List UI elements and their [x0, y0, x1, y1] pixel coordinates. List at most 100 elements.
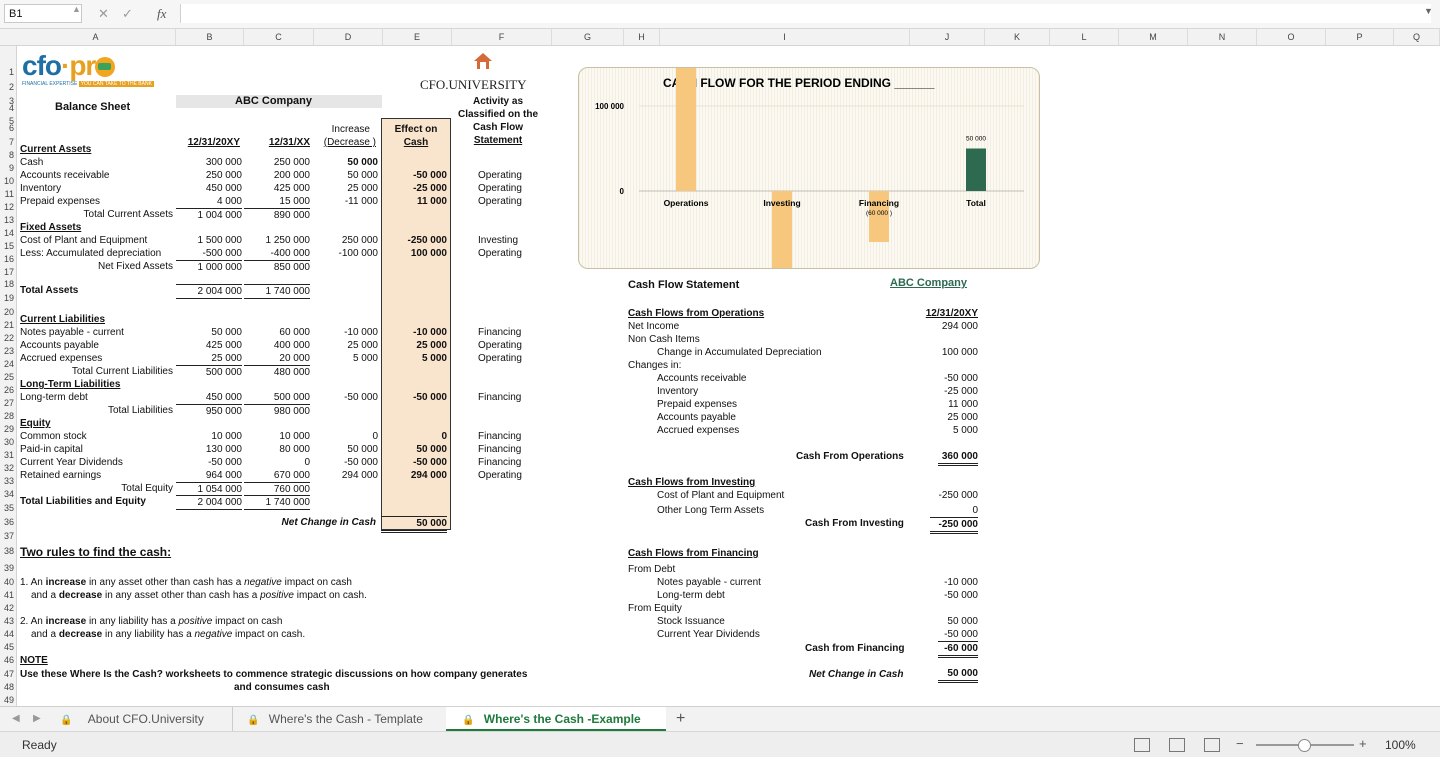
- logo-cfo-text: cfo: [22, 50, 62, 81]
- tab-about[interactable]: 🔒 About CFO.University: [60, 707, 230, 731]
- row-header-cell[interactable]: 37: [0, 530, 16, 543]
- note-line-2: and consumes cash: [234, 682, 330, 693]
- namebox-stepper-icon[interactable]: ▲: [72, 4, 81, 14]
- row-header-cell[interactable]: 41: [0, 589, 16, 602]
- column-header-cell[interactable]: I: [660, 29, 910, 45]
- row-header-cell[interactable]: 23: [0, 345, 16, 358]
- row-header-cell[interactable]: 20: [0, 306, 16, 319]
- column-header-cell[interactable]: C: [244, 29, 314, 45]
- row-header-cell[interactable]: 32: [0, 462, 16, 475]
- row-header-cell[interactable]: 11: [0, 188, 16, 201]
- row-header-cell[interactable]: 16: [0, 253, 16, 266]
- row-header-cell[interactable]: 9: [0, 162, 16, 175]
- change-item-value: 5 000: [952, 425, 978, 436]
- lock-icon: 🔒: [462, 715, 475, 726]
- column-header-cell[interactable]: P: [1326, 29, 1394, 45]
- row-header-cell[interactable]: 29: [0, 423, 16, 436]
- column-header-cell[interactable]: E: [383, 29, 452, 45]
- row-header-cell[interactable]: 31: [0, 449, 16, 462]
- row-header-cell[interactable]: 6: [0, 122, 16, 135]
- bs-increase: -100 000: [338, 248, 378, 259]
- column-header-cell[interactable]: K: [985, 29, 1050, 45]
- company-name: ABC Company: [235, 95, 313, 107]
- column-header-cell[interactable]: A: [16, 29, 176, 45]
- column-header-cell[interactable]: J: [910, 29, 985, 45]
- column-header-cell[interactable]: D: [314, 29, 383, 45]
- function-icon[interactable]: fx: [157, 6, 166, 22]
- row-header-cell[interactable]: 39: [0, 562, 16, 575]
- bs-line-label: Paid-in capital: [20, 444, 83, 455]
- normal-view-icon[interactable]: [1134, 738, 1150, 752]
- zoom-out-icon[interactable]: −: [1236, 736, 1244, 751]
- column-header-cell[interactable]: H: [624, 29, 660, 45]
- row-header-cell[interactable]: 40: [0, 576, 16, 589]
- add-sheet-icon[interactable]: +: [676, 707, 685, 731]
- tab-example[interactable]: 🔒 Where's the Cash -Example: [446, 707, 666, 731]
- row-header-cell[interactable]: 42: [0, 602, 16, 615]
- zoom-in-icon[interactable]: +: [1359, 736, 1367, 751]
- column-header-cell[interactable]: M: [1119, 29, 1188, 45]
- row-header-cell[interactable]: 45: [0, 641, 16, 654]
- name-box[interactable]: B1: [4, 4, 82, 23]
- expand-formula-icon[interactable]: ▼: [1424, 6, 1433, 16]
- row-header-cell[interactable]: 18: [0, 278, 16, 291]
- row-header-cell[interactable]: 13: [0, 214, 16, 227]
- zoom-slider-handle[interactable]: [1298, 739, 1311, 752]
- row-header-cell[interactable]: 25: [0, 371, 16, 384]
- row-header-cell[interactable]: 47: [0, 668, 16, 681]
- row-header-cell[interactable]: 15: [0, 240, 16, 253]
- row-header-cell[interactable]: 30: [0, 436, 16, 449]
- column-header-cell[interactable]: L: [1050, 29, 1119, 45]
- tab-template[interactable]: 🔒 Where's the Cash - Template: [232, 707, 457, 731]
- effect-header-2: Cash: [403, 137, 429, 148]
- row-header-cell[interactable]: 14: [0, 227, 16, 240]
- column-header-cell[interactable]: Q: [1394, 29, 1440, 45]
- row-header-cell[interactable]: 34: [0, 488, 16, 501]
- row-header-cell[interactable]: 10: [0, 175, 16, 188]
- column-header-cell[interactable]: O: [1257, 29, 1326, 45]
- row-header-cell[interactable]: 44: [0, 628, 16, 641]
- row-header-cell[interactable]: 7: [0, 136, 16, 149]
- chart-bar[interactable]: [966, 148, 986, 192]
- row-header-cell[interactable]: 21: [0, 319, 16, 332]
- logo-tagline: FINANCIAL EXPERTISE YOU CAN TAKE TO THE …: [22, 81, 154, 87]
- column-header-cell[interactable]: N: [1188, 29, 1257, 45]
- row-header-cell[interactable]: 2: [0, 81, 16, 94]
- row-header-cell[interactable]: 26: [0, 384, 16, 397]
- row-header-cell[interactable]: 27: [0, 397, 16, 410]
- column-header-cell[interactable]: B: [176, 29, 244, 45]
- row-header-cell[interactable]: 12: [0, 201, 16, 214]
- row-header-cell[interactable]: 38: [0, 545, 16, 558]
- row-header-cell[interactable]: 8: [0, 149, 16, 162]
- next-sheet-icon[interactable]: ▶: [33, 707, 41, 731]
- bs-line-label: Total Current Assets: [83, 209, 173, 220]
- cash-flow-chart[interactable]: CASH FLOW FOR THE PERIOD ENDING ______40…: [578, 0, 1040, 451]
- row-header-cell[interactable]: 35: [0, 502, 16, 515]
- row-header-cell[interactable]: 43: [0, 615, 16, 628]
- cfo-university-logo: CFO.UNIVERSITY: [420, 77, 527, 92]
- row-header-cell[interactable]: 24: [0, 358, 16, 371]
- bs-activity: Operating: [478, 353, 522, 364]
- confirm-icon[interactable]: ✓: [122, 6, 133, 22]
- page-break-icon[interactable]: [1204, 738, 1220, 752]
- row-header-cell[interactable]: 36: [0, 516, 16, 529]
- row-header-cell[interactable]: 28: [0, 410, 16, 423]
- bs-value-20xx: 200 000: [273, 170, 310, 181]
- chart-bar[interactable]: [676, 0, 696, 191]
- column-header-cell[interactable]: F: [452, 29, 552, 45]
- row-header-cell[interactable]: 4: [0, 102, 16, 115]
- cancel-icon[interactable]: ✕: [98, 6, 109, 22]
- formula-input[interactable]: [180, 4, 1431, 23]
- row-header-cell[interactable]: 22: [0, 332, 16, 345]
- row-header-cell[interactable]: 1: [0, 66, 16, 79]
- stock-value: 50 000: [947, 616, 978, 627]
- prev-sheet-icon[interactable]: ◀: [12, 707, 20, 731]
- bs-increase: -11 000: [344, 196, 378, 207]
- page-layout-icon[interactable]: [1169, 738, 1185, 752]
- depreciation-label: Change in Accumulated Depreciation: [657, 347, 822, 358]
- row-header-cell[interactable]: 48: [0, 681, 16, 694]
- column-header-cell[interactable]: G: [552, 29, 624, 45]
- row-header-cell[interactable]: 33: [0, 475, 16, 488]
- row-header-cell[interactable]: 19: [0, 292, 16, 305]
- row-header-cell[interactable]: 46: [0, 654, 16, 667]
